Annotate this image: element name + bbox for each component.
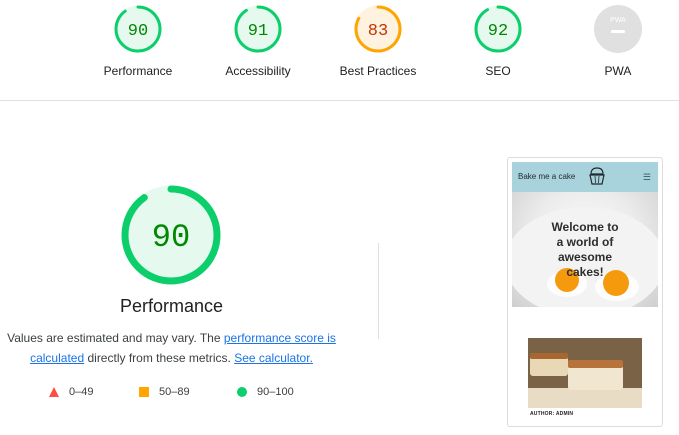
seo-gauge-ring: 92 [474, 5, 522, 53]
gauge-score: 91 [248, 22, 268, 41]
cake-slices-image [528, 338, 642, 408]
hamburger-menu-icon: ☰ [642, 172, 651, 182]
legend-range: 90–100 [257, 386, 294, 398]
red-triangle-icon [49, 387, 59, 397]
gauge-best-practices[interactable]: 83 Best Practices [323, 4, 433, 78]
hero-line: a world of [556, 235, 614, 249]
best-practices-gauge-ring: 83 [354, 5, 402, 53]
category-scores-bar: 90 Performance 91 Accessibility 83 Best … [0, 0, 679, 101]
preview-hero-heading: Welcome to a world of awesome cakes! [512, 220, 658, 280]
performance-gauge-ring: 90 [114, 5, 162, 53]
hero-line: Welcome to [551, 220, 619, 234]
legend-range: 0–49 [69, 386, 94, 398]
green-circle-icon [237, 387, 247, 397]
gauge-label: PWA [604, 64, 632, 78]
preview-site-header: Bake me a cake ☰ [512, 162, 658, 192]
desc-text-1: Values are estimated and may vary. The [7, 331, 224, 345]
legend-item-pass: 90–100 [236, 386, 294, 398]
accessibility-gauge-ring: 91 [234, 5, 282, 53]
pwa-badge-icon: PWA [594, 5, 642, 53]
preview-hero: Welcome to a world of awesome cakes! [512, 192, 658, 307]
pwa-badge-text: PWA [610, 17, 626, 24]
cupcake-logo-icon [589, 167, 605, 185]
legend-item-fail: 0–49 [48, 386, 93, 398]
vertical-divider [378, 243, 379, 339]
gauge-performance[interactable]: 90 Performance [83, 4, 193, 78]
hero-line: cakes! [566, 265, 604, 279]
legend-range: 50–89 [159, 386, 190, 398]
desc-text-2: directly from these metrics. [84, 351, 235, 365]
performance-main-gauge: 90 [121, 185, 221, 285]
legend-item-average: 50–89 [138, 386, 190, 398]
gauge-score: 92 [488, 22, 508, 41]
gauge-accessibility[interactable]: 91 Accessibility [203, 4, 313, 78]
gauge-seo[interactable]: 92 SEO [443, 4, 553, 78]
hero-line: awesome [557, 250, 613, 264]
gauge-label: Accessibility [225, 64, 291, 78]
gauge-pwa[interactable]: PWA PWA [563, 4, 673, 78]
performance-description: Values are estimated and may vary. The p… [0, 328, 343, 368]
orange-square-icon [139, 387, 149, 397]
performance-main-score: 90 [152, 219, 190, 256]
gauge-score: 90 [128, 22, 148, 41]
gauge-label: Performance [103, 64, 173, 78]
see-calculator-link[interactable]: See calculator. [234, 351, 313, 365]
preview-author: AUTHOR: ADMIN [530, 411, 574, 417]
cake-slices-photo [528, 338, 642, 408]
gauge-score: 83 [368, 22, 388, 41]
gauge-label: SEO [485, 64, 511, 78]
performance-title: Performance [119, 296, 224, 316]
final-screenshot-preview[interactable]: Bake me a cake ☰ Welcome to a world of a… [507, 157, 663, 427]
preview-brand: Bake me a cake [518, 172, 576, 181]
gauge-label: Best Practices [339, 64, 417, 78]
